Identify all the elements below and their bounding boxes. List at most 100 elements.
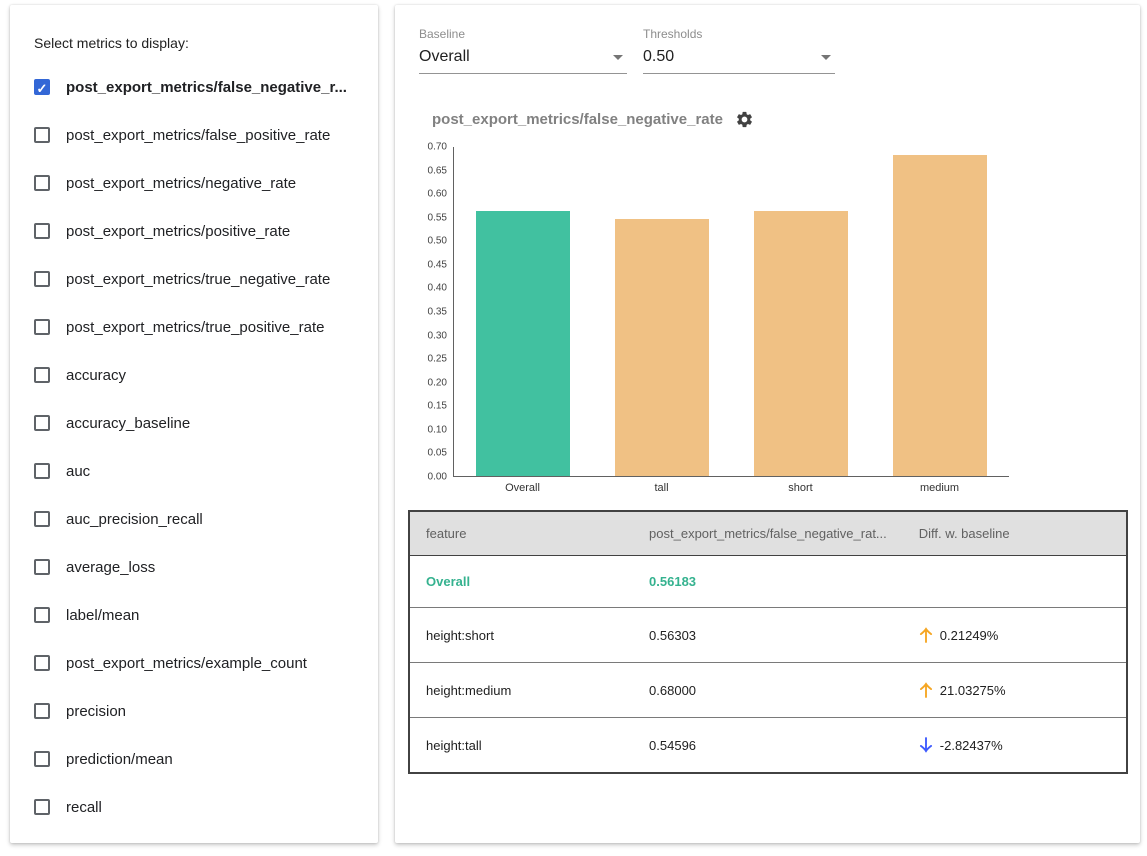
y-axis-tick-label: 0.45 xyxy=(428,259,447,270)
y-axis-tick-label: 0.20 xyxy=(428,377,447,388)
bar-slot xyxy=(732,211,871,476)
up-arrow-icon xyxy=(919,681,933,699)
metric-label: recall xyxy=(66,799,102,816)
y-axis-tick-label: 0.05 xyxy=(428,448,447,459)
x-axis-tick-label: medium xyxy=(870,477,1009,494)
checkbox-unchecked-icon[interactable] xyxy=(34,655,50,671)
table-header-row: feature post_export_metrics/false_negati… xyxy=(409,511,1127,556)
y-axis-tick-label: 0.40 xyxy=(428,283,447,294)
checkbox-unchecked-icon[interactable] xyxy=(34,607,50,623)
metric-label: accuracy_baseline xyxy=(66,415,190,432)
table-header-feature: feature xyxy=(409,511,633,556)
checkbox-unchecked-icon[interactable] xyxy=(34,799,50,815)
metric-checkbox-item[interactable]: label/mean xyxy=(34,591,366,639)
checkbox-unchecked-icon[interactable] xyxy=(34,175,50,191)
chart-header: post_export_metrics/false_negative_rate xyxy=(432,110,1128,129)
checkbox-unchecked-icon[interactable] xyxy=(34,271,50,287)
y-axis-tick-label: 0.35 xyxy=(428,307,447,318)
checkbox-unchecked-icon[interactable] xyxy=(34,751,50,767)
metric-label: post_export_metrics/negative_rate xyxy=(66,175,296,192)
y-axis-tick-label: 0.50 xyxy=(428,236,447,247)
checkbox-unchecked-icon[interactable] xyxy=(34,127,50,143)
checkbox-unchecked-icon[interactable] xyxy=(34,463,50,479)
chart-x-axis: Overalltallshortmedium xyxy=(453,477,1009,494)
table-row[interactable]: height:short0.56303 0.21249% xyxy=(409,608,1127,663)
metric-checkbox-item[interactable]: post_export_metrics/true_positive_rate xyxy=(34,303,366,351)
bar-tall[interactable] xyxy=(615,219,709,476)
checkbox-unchecked-icon[interactable] xyxy=(34,367,50,383)
metric-checkbox-item[interactable]: average_loss xyxy=(34,543,366,591)
metric-checkbox-item[interactable]: accuracy_baseline xyxy=(34,399,366,447)
metric-checkbox-item[interactable]: precision xyxy=(34,687,366,735)
table-header-diff: Diff. w. baseline xyxy=(903,511,1127,556)
thresholds-dropdown[interactable]: Thresholds 0.50 xyxy=(643,27,835,74)
y-axis-tick-label: 0.10 xyxy=(428,424,447,435)
checkbox-unchecked-icon[interactable] xyxy=(34,511,50,527)
metric-checkbox-item[interactable]: post_export_metrics/example_count xyxy=(34,639,366,687)
metric-select-panel: Select metrics to display: ✓ post_export_… xyxy=(10,5,378,843)
cell-feature: height:medium xyxy=(409,663,633,718)
metric-label: post_export_metrics/false_positive_rate xyxy=(66,127,330,144)
bar-slot xyxy=(870,155,1009,476)
bar-slot xyxy=(454,211,593,476)
bar-short[interactable] xyxy=(754,211,848,476)
checkbox-unchecked-icon[interactable] xyxy=(34,415,50,431)
cell-metric-value: 0.54596 xyxy=(633,718,903,774)
gear-icon[interactable] xyxy=(735,110,754,129)
metric-label: post_export_metrics/false_negative_r... xyxy=(66,79,347,96)
down-arrow-icon xyxy=(919,736,933,754)
y-axis-tick-label: 0.25 xyxy=(428,354,447,365)
y-axis-tick-label: 0.70 xyxy=(428,142,447,153)
metric-checkbox-item[interactable]: auc_precision_recall xyxy=(34,495,366,543)
bar-slot xyxy=(593,219,732,476)
metric-label: label/mean xyxy=(66,607,139,624)
metric-label: accuracy xyxy=(66,367,126,384)
metric-checkbox-item[interactable]: accuracy xyxy=(34,351,366,399)
checkbox-unchecked-icon[interactable] xyxy=(34,223,50,239)
metric-label: auc xyxy=(66,463,90,480)
y-axis-tick-label: 0.00 xyxy=(428,472,447,483)
metric-checkbox-item[interactable]: post_export_metrics/false_positive_rate xyxy=(34,111,366,159)
y-axis-tick-label: 0.55 xyxy=(428,212,447,223)
cell-feature: Overall xyxy=(409,556,633,608)
baseline-dropdown[interactable]: Baseline Overall xyxy=(419,27,627,74)
checkbox-checked-icon[interactable]: ✓ xyxy=(34,79,50,95)
chevron-down-icon xyxy=(613,55,623,60)
metric-checkbox-item[interactable]: post_export_metrics/true_negative_rate xyxy=(34,255,366,303)
metric-checkbox-item[interactable]: post_export_metrics/negative_rate xyxy=(34,159,366,207)
metric-label: average_loss xyxy=(66,559,155,576)
table-row[interactable]: height:tall0.54596 -2.82437% xyxy=(409,718,1127,774)
cell-diff: 0.21249% xyxy=(903,608,1127,663)
metric-checkbox-item[interactable]: auc xyxy=(34,447,366,495)
up-arrow-icon xyxy=(919,626,933,644)
bar-medium[interactable] xyxy=(893,155,987,476)
checkbox-unchecked-icon[interactable] xyxy=(34,703,50,719)
cell-diff: 21.03275% xyxy=(903,663,1127,718)
thresholds-dropdown-value: 0.50 xyxy=(643,48,674,66)
controls-bar: Baseline Overall Thresholds 0.50 xyxy=(419,27,1128,74)
y-axis-tick-label: 0.65 xyxy=(428,165,447,176)
bar-overall[interactable] xyxy=(476,211,570,476)
checkbox-unchecked-icon[interactable] xyxy=(34,319,50,335)
metric-list: ✓ post_export_metrics/false_negative_r...… xyxy=(34,63,366,831)
metric-checkbox-item[interactable]: ✓ post_export_metrics/false_negative_r... xyxy=(34,63,366,111)
thresholds-dropdown-label: Thresholds xyxy=(643,27,835,41)
cell-metric-value: 0.56303 xyxy=(633,608,903,663)
metric-label: auc_precision_recall xyxy=(66,511,203,528)
metric-label: prediction/mean xyxy=(66,751,173,768)
bar-chart: 0.000.050.100.150.200.250.300.350.400.45… xyxy=(419,147,1128,494)
y-axis-tick-label: 0.30 xyxy=(428,330,447,341)
table-row[interactable]: Overall0.56183 xyxy=(409,556,1127,608)
metric-label: post_export_metrics/example_count xyxy=(66,655,307,672)
table-row[interactable]: height:medium0.6800021.03275% xyxy=(409,663,1127,718)
cell-feature: height:short xyxy=(409,608,633,663)
checkbox-unchecked-icon[interactable] xyxy=(34,559,50,575)
metric-checkbox-item[interactable]: prediction/mean xyxy=(34,735,366,783)
baseline-dropdown-label: Baseline xyxy=(419,27,627,41)
diff-percentage: -2.82437% xyxy=(940,738,1003,753)
metric-checkbox-item[interactable]: post_export_metrics/positive_rate xyxy=(34,207,366,255)
cell-feature: height:tall xyxy=(409,718,633,774)
metric-checkbox-item[interactable]: recall xyxy=(34,783,366,831)
metric-select-title: Select metrics to display: xyxy=(34,35,366,51)
diff-percentage: 0.21249% xyxy=(940,628,999,643)
